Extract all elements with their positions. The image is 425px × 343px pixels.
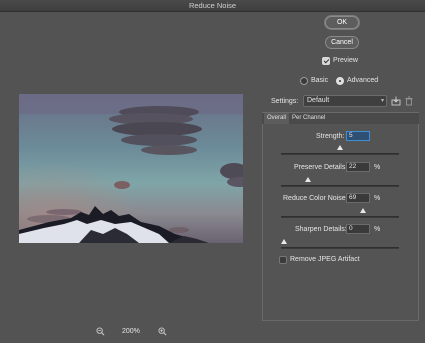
strength-input[interactable]: 5 xyxy=(346,131,370,141)
sharpen-details-input[interactable]: 0 xyxy=(346,224,370,234)
preview-image[interactable] xyxy=(19,94,243,243)
preserve-details-input[interactable]: 22 xyxy=(346,162,370,172)
reduce-color-noise-unit: % xyxy=(374,195,381,202)
tab-per-channel[interactable]: Per Channel xyxy=(289,113,328,124)
window-title: Reduce Noise xyxy=(188,1,237,10)
preserve-details-label: Preserve Details: xyxy=(294,164,348,171)
ok-button[interactable]: OK xyxy=(325,16,359,29)
settings-label: Settings: xyxy=(271,98,299,105)
tab-overall[interactable]: Overall xyxy=(264,113,290,124)
settings-value: Default xyxy=(307,97,330,104)
zoom-out-icon[interactable] xyxy=(96,327,105,336)
preserve-details-unit: % xyxy=(374,164,381,171)
remove-jpeg-artifact-checkbox[interactable] xyxy=(279,256,287,264)
zoom-level: 200% xyxy=(122,328,140,335)
reduce-color-noise-label: Reduce Color Noise: xyxy=(283,195,348,202)
save-settings-icon[interactable] xyxy=(391,96,401,106)
basic-label: Basic xyxy=(311,77,329,84)
tab-strip: Overall Per Channel xyxy=(262,113,419,124)
reduce-color-noise-slider-track[interactable] xyxy=(281,216,399,218)
settings-dropdown[interactable]: Default ▾ xyxy=(303,95,387,107)
sharpen-details-unit: % xyxy=(374,226,381,233)
advanced-radio[interactable] xyxy=(336,77,344,85)
chevron-down-icon: ▾ xyxy=(380,98,384,104)
cancel-button[interactable]: Cancel xyxy=(325,36,359,49)
strength-label: Strength: xyxy=(316,133,345,140)
trash-icon[interactable] xyxy=(404,96,414,106)
strength-slider-track[interactable] xyxy=(281,153,399,155)
remove-jpeg-artifact-label: Remove JPEG Artifact xyxy=(290,256,360,263)
preserve-details-slider-track[interactable] xyxy=(281,185,399,187)
sharpen-details-slider-handle[interactable] xyxy=(281,239,287,244)
sky-photo xyxy=(19,94,243,243)
zoom-in-icon[interactable] xyxy=(158,327,167,336)
sharpen-details-label: Sharpen Details: xyxy=(295,226,347,233)
reduce-color-noise-input[interactable]: 69 xyxy=(346,193,370,203)
strength-slider-handle[interactable] xyxy=(337,145,343,150)
reduce-color-noise-slider-handle[interactable] xyxy=(360,208,366,213)
basic-radio[interactable] xyxy=(300,77,308,85)
advanced-label: Advanced xyxy=(347,77,379,84)
preview-label: Preview xyxy=(333,57,358,64)
sharpen-details-slider-track[interactable] xyxy=(281,247,399,249)
preserve-details-slider-handle[interactable] xyxy=(305,177,311,182)
title-bar: Reduce Noise xyxy=(0,0,425,12)
preview-checkbox[interactable] xyxy=(322,57,330,65)
